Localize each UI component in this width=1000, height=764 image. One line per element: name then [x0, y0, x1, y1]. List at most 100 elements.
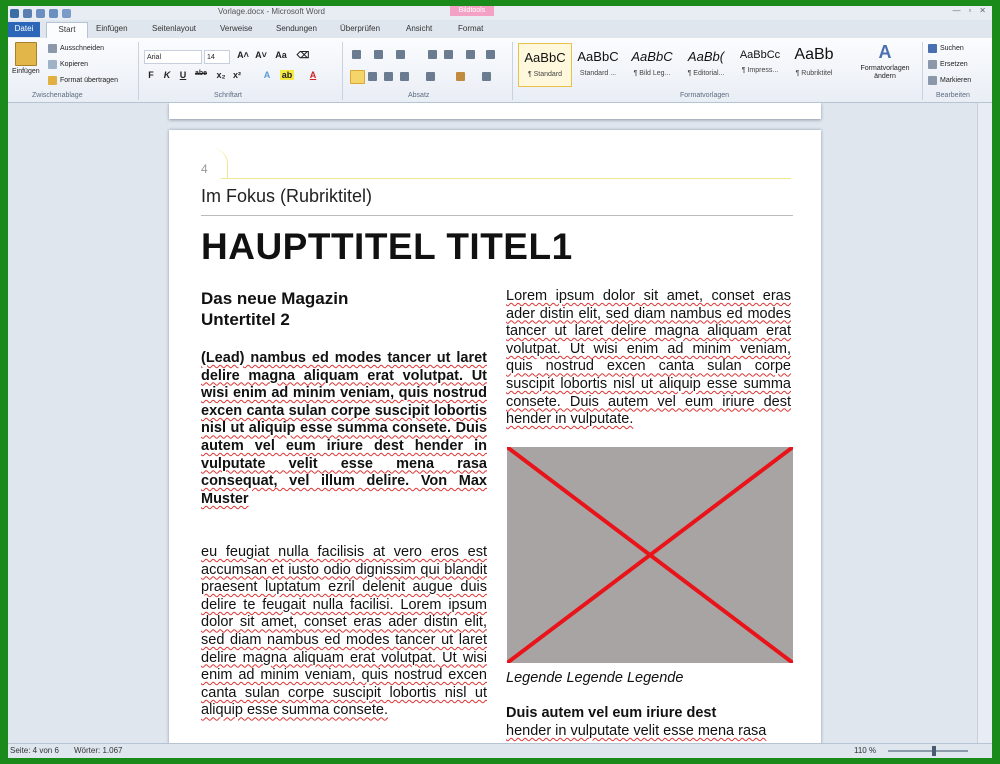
decrease-indent-icon[interactable] — [428, 50, 437, 59]
change-styles-icon: A — [878, 42, 892, 62]
paste-button[interactable]: Einfügen — [12, 42, 40, 75]
superscript-button[interactable]: x² — [230, 70, 244, 80]
rubric-divider — [201, 215, 793, 216]
paste-label: Einfügen — [12, 68, 40, 75]
underline-button[interactable]: U — [176, 70, 190, 80]
print-icon[interactable] — [62, 8, 71, 18]
line-spacing-icon[interactable] — [426, 72, 435, 81]
body-text-right-continued[interactable]: hender in vulputate velit esse mena rasa — [506, 723, 792, 741]
shrink-font-icon[interactable]: A˅ — [254, 50, 268, 60]
font-name-select[interactable]: Arial — [144, 50, 202, 64]
style-sample: AaBbC — [524, 50, 566, 65]
tab-ueberpruefen[interactable]: Überprüfen — [340, 22, 380, 36]
grow-font-icon[interactable]: A˄ — [236, 50, 250, 60]
subtitle[interactable]: Das neue Magazin Untertitel 2 — [201, 288, 491, 330]
status-page-count[interactable]: Seite: 4 von 6 — [10, 746, 59, 755]
italic-button[interactable]: K — [160, 70, 174, 80]
subheading[interactable]: Duis autem vel eum iriure dest — [506, 705, 716, 721]
style-impressum[interactable]: AaBbCc ¶ Impress... — [734, 43, 786, 85]
tab-ansicht[interactable]: Ansicht — [406, 22, 432, 36]
shading-icon[interactable] — [456, 72, 465, 81]
font-color-icon[interactable]: A — [306, 70, 320, 80]
copy-label: Kopieren — [60, 61, 89, 68]
borders-icon[interactable] — [482, 72, 491, 81]
change-case-icon[interactable]: Aa — [274, 50, 288, 60]
bold-button[interactable]: F — [144, 70, 158, 80]
format-painter-label: Format übertragen — [60, 77, 118, 84]
style-sample: AaBbCc — [739, 49, 781, 61]
style-name: ¶ Editorial... — [687, 70, 725, 77]
style-editorial[interactable]: AaBb( ¶ Editorial... — [680, 43, 732, 85]
tab-datei[interactable]: Datei — [8, 22, 40, 37]
redo-icon[interactable] — [49, 8, 58, 18]
align-center-icon[interactable] — [368, 72, 377, 81]
change-styles-button[interactable]: A Formatvorlagen ändern — [848, 42, 922, 81]
zoom-slider-thumb[interactable] — [932, 746, 936, 756]
separator — [922, 42, 923, 100]
undo-icon[interactable] — [36, 8, 45, 18]
sort-icon[interactable] — [466, 50, 475, 59]
style-standard-2[interactable]: AaBbC Standard ... — [572, 43, 624, 85]
style-bild-legende[interactable]: AaBbC ¶ Bild Leg... — [626, 43, 678, 85]
increase-indent-icon[interactable] — [444, 50, 453, 59]
clear-format-icon[interactable]: ⌫ — [296, 50, 310, 61]
text-effects-icon[interactable]: A — [260, 70, 274, 80]
style-name: ¶ Standard — [527, 71, 563, 78]
vertical-scrollbar[interactable] — [977, 103, 992, 743]
maximize-button[interactable]: ▫ — [968, 6, 971, 15]
multilevel-list-icon[interactable] — [396, 50, 405, 59]
zoom-level[interactable]: 110 % — [854, 746, 876, 755]
scissors-icon — [48, 44, 57, 53]
minimize-button[interactable]: — — [952, 6, 960, 15]
body-text-left[interactable]: eu feugiat nulla facilisis at vero eros … — [201, 544, 487, 720]
style-rubriktitel[interactable]: AaBb ¶ Rubriktitel — [788, 43, 840, 85]
tab-sendungen[interactable]: Sendungen — [276, 22, 317, 36]
tab-start[interactable]: Start — [46, 22, 88, 39]
status-word-count[interactable]: Wörter: 1.067 — [74, 746, 122, 755]
font-size-select[interactable]: 14 — [204, 50, 230, 64]
pilcrow-icon[interactable] — [486, 50, 495, 59]
select-button[interactable]: Markieren — [928, 76, 971, 85]
justify-icon[interactable] — [400, 72, 409, 81]
zoom-slider[interactable] — [888, 750, 968, 752]
change-styles-label: Formatvorlagen ändern — [860, 65, 910, 80]
ribbon: Einfügen Ausschneiden Kopieren Format üb… — [8, 38, 992, 103]
placeholder-x-icon — [505, 445, 795, 665]
align-left-icon[interactable] — [350, 70, 365, 84]
tab-seitenlayout[interactable]: Seitenlayout — [152, 22, 196, 36]
tab-format[interactable]: Format — [458, 22, 483, 36]
main-title[interactable]: HAUPTTITEL TITEL1 — [201, 226, 573, 268]
image-placeholder[interactable] — [505, 445, 795, 665]
tab-einfuegen[interactable]: Einfügen — [96, 22, 128, 36]
close-button[interactable]: ✕ — [979, 6, 986, 15]
subscript-button[interactable]: x₂ — [214, 70, 228, 80]
search-button[interactable]: Suchen — [928, 44, 964, 53]
style-standard[interactable]: AaBbC ¶ Standard — [518, 43, 572, 87]
copy-icon — [48, 60, 57, 69]
body-text-right[interactable]: Lorem ipsum dolor sit amet, conset eras … — [506, 288, 791, 429]
tab-verweise[interactable]: Verweise — [220, 22, 252, 36]
subtitle-line-2: Untertitel 2 — [201, 310, 290, 329]
align-right-icon[interactable] — [384, 72, 393, 81]
separator — [342, 42, 343, 100]
cut-button[interactable]: Ausschneiden — [48, 44, 104, 53]
numbering-icon[interactable] — [374, 50, 383, 59]
document-area[interactable]: 4 Im Fokus (Rubriktitel) HAUPTTITEL TITE… — [8, 103, 992, 743]
image-caption[interactable]: Legende Legende Legende — [506, 670, 683, 686]
window-controls: — ▫ ✕ — [952, 6, 986, 15]
lead-paragraph[interactable]: (Lead) nambus ed modes tancer ut laret d… — [201, 350, 487, 508]
styles-group-label: Formatvorlagen — [680, 92, 730, 99]
format-painter-button[interactable]: Format übertragen — [48, 76, 118, 85]
highlight-icon[interactable]: ab — [280, 70, 294, 80]
rubric-title[interactable]: Im Fokus (Rubriktitel) — [201, 186, 372, 207]
save-icon[interactable] — [23, 8, 32, 18]
page[interactable]: 4 Im Fokus (Rubriktitel) HAUPTTITEL TITE… — [169, 130, 821, 743]
window-title: Vorlage.docx - Microsoft Word — [218, 7, 326, 16]
bullets-icon[interactable] — [352, 50, 361, 59]
previous-page — [169, 103, 821, 119]
title-bar: Vorlage.docx - Microsoft Word Bildtools … — [8, 6, 992, 20]
quick-access-toolbar — [10, 6, 71, 20]
strikethrough-button[interactable]: abe — [194, 70, 208, 77]
replace-button[interactable]: Ersetzen — [928, 60, 968, 69]
copy-button[interactable]: Kopieren — [48, 60, 88, 69]
